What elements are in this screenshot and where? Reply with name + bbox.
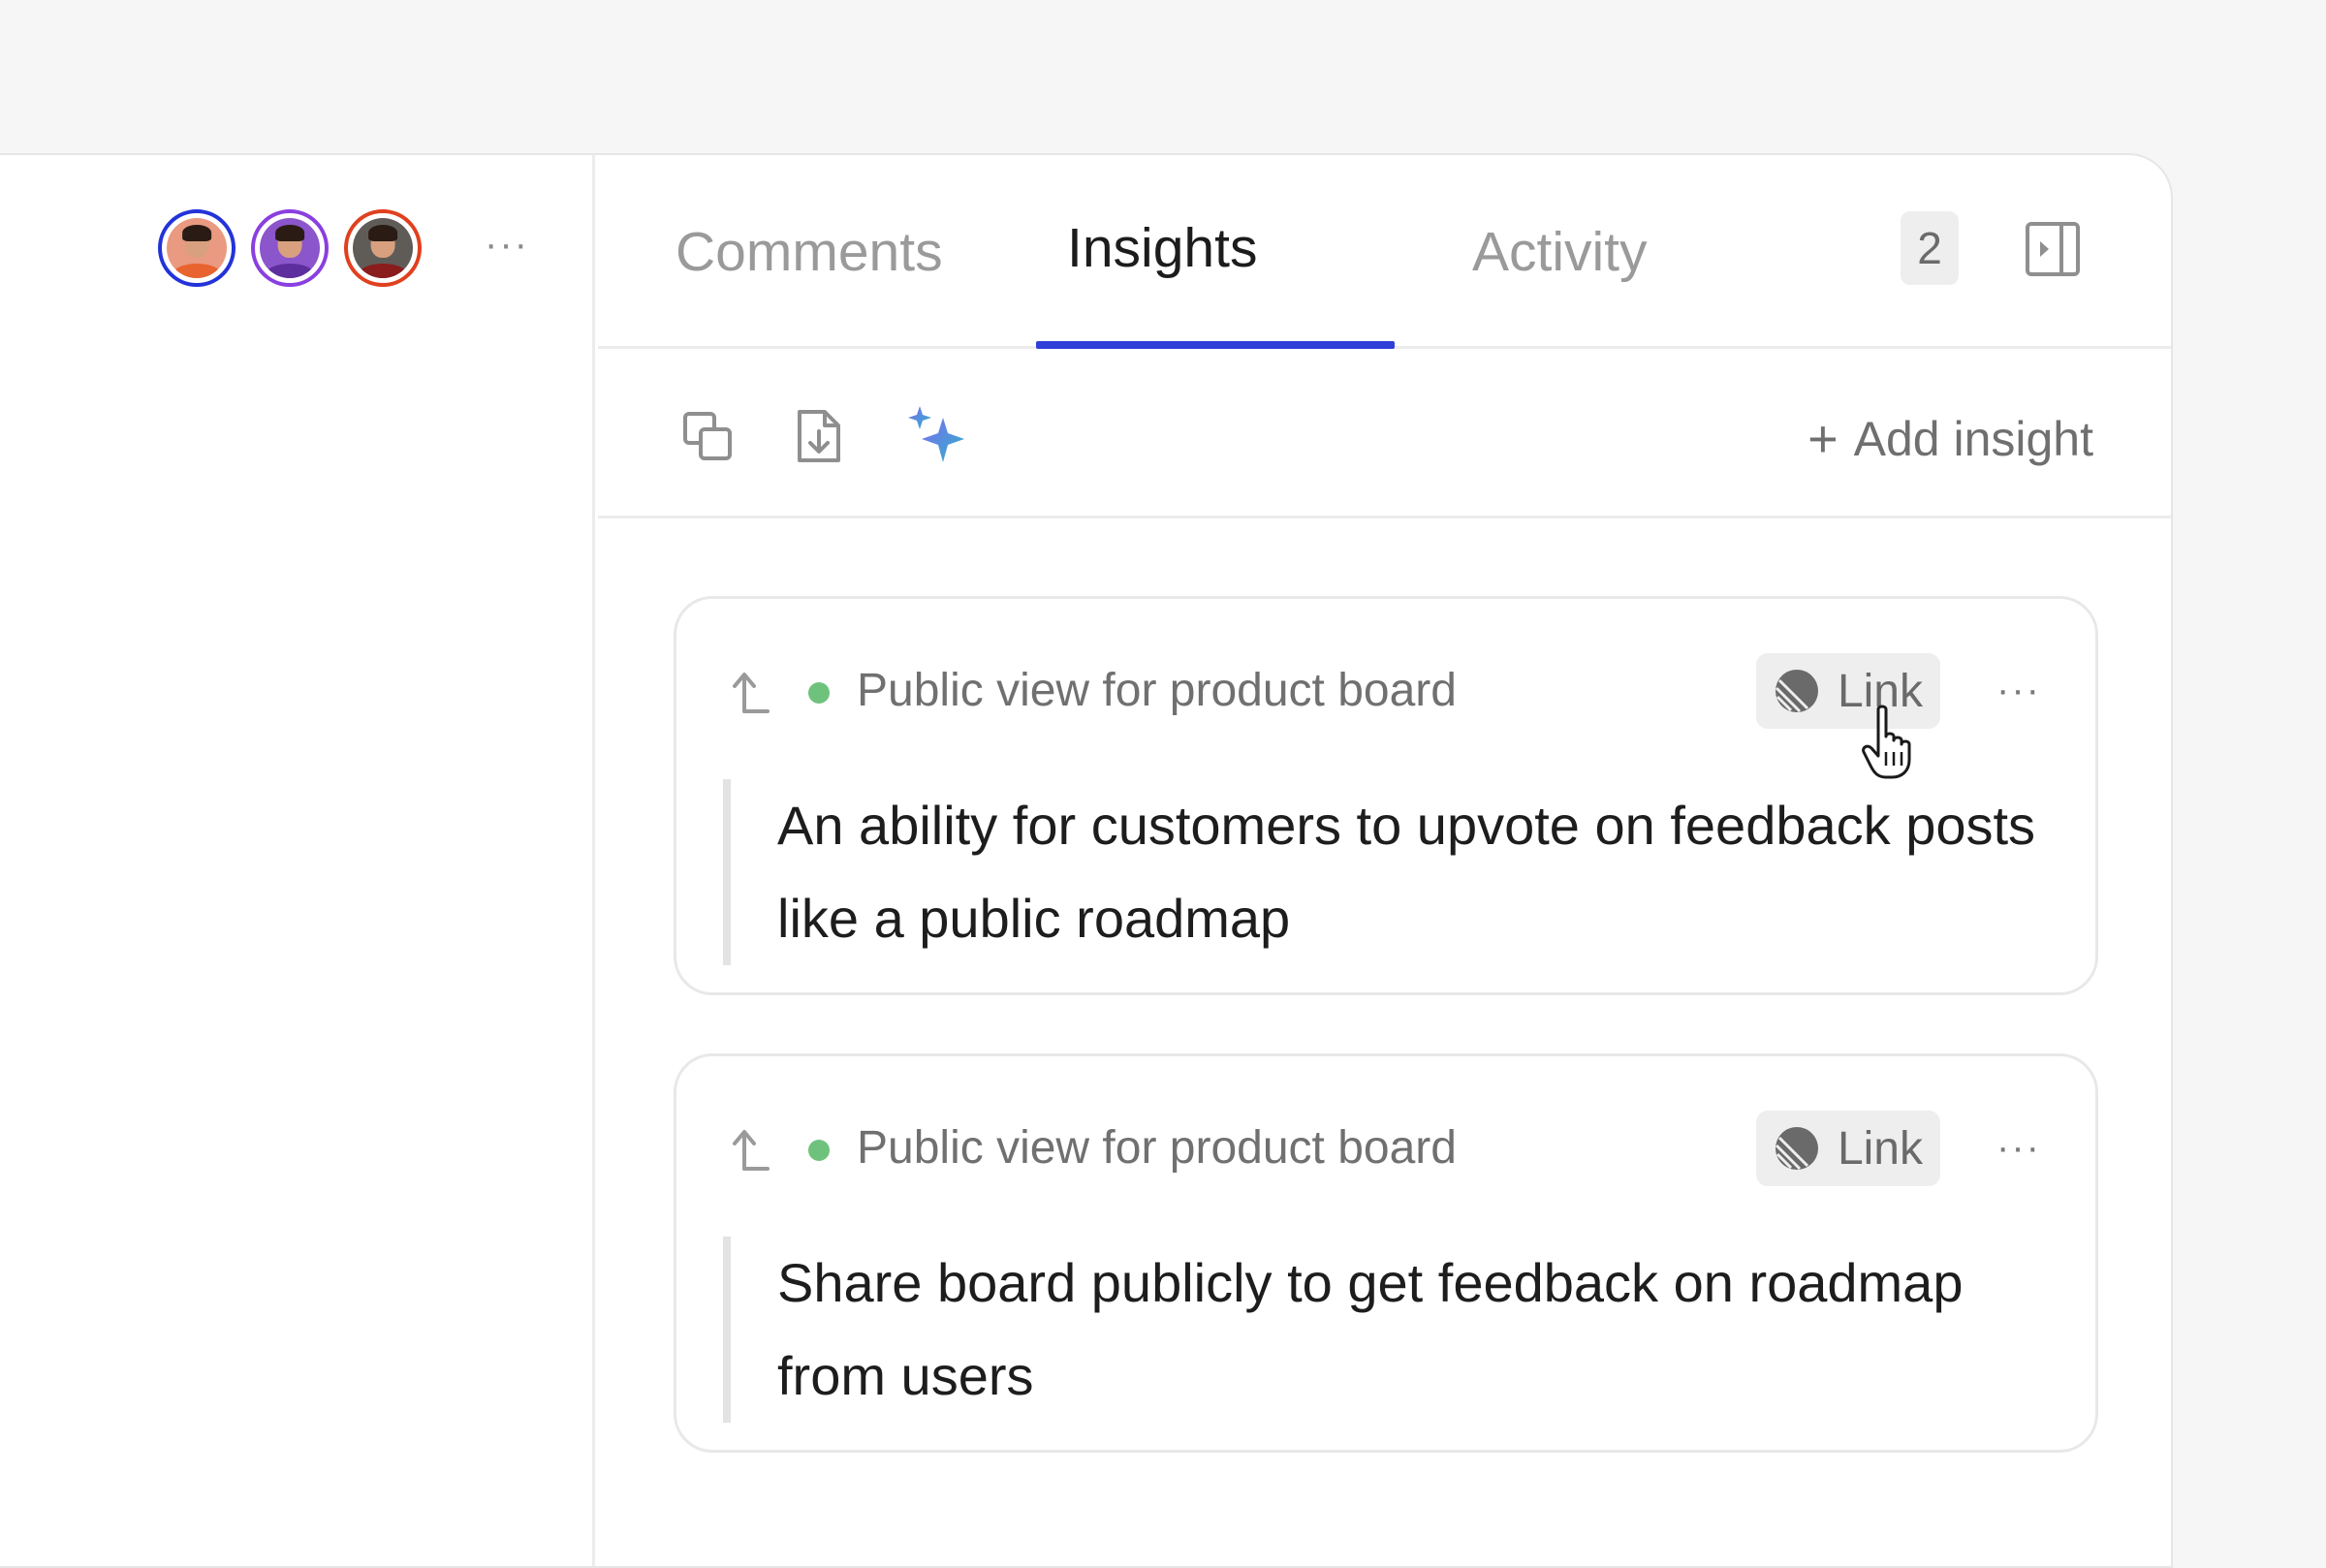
collaborator-avatars: [158, 209, 422, 287]
more-options-icon[interactable]: ···: [485, 225, 529, 264]
tab-insights[interactable]: Insights: [1067, 209, 1257, 287]
tab-bar: Comments Insights 2 Activity: [598, 155, 2171, 349]
import-icon[interactable]: [792, 408, 846, 466]
link-button[interactable]: Link: [1755, 1111, 1940, 1186]
tab-activity[interactable]: Activity: [1472, 213, 1648, 291]
insight-card-header: Public view for product board Link ···: [731, 653, 2041, 731]
status-dot: [808, 682, 830, 704]
insight-source[interactable]: Public view for product board: [857, 659, 1457, 723]
insight-card[interactable]: Public view for product board Link ··· A…: [674, 596, 2098, 995]
insight-card-header: Public view for product board Link ···: [731, 1111, 2041, 1188]
link-label: Link: [1837, 1122, 1923, 1175]
linear-logo-icon: [1775, 1127, 1818, 1171]
insights-panel: Comments Insights 2 Activity + Add insig…: [598, 155, 2171, 1566]
avatar[interactable]: [251, 209, 329, 287]
add-insight-label: Add insight: [1853, 412, 2093, 466]
more-options-icon[interactable]: ···: [1996, 1128, 2041, 1167]
insights-toolbar: + Add insight: [598, 352, 2171, 518]
panel-toggle-icon[interactable]: [2025, 221, 2081, 277]
active-tab-indicator: [1036, 341, 1395, 349]
insight-text: Share board publicly to get feedback on …: [723, 1237, 2041, 1423]
insight-card[interactable]: Public view for product board Link ··· S…: [674, 1053, 2098, 1453]
hand-cursor-icon: [1862, 705, 1911, 779]
app-window: ··· Comments Insights 2 Activity + Add i…: [0, 153, 2173, 1568]
insights-count-badge: 2: [1901, 211, 1959, 285]
insight-source[interactable]: Public view for product board: [857, 1116, 1457, 1180]
avatar[interactable]: [344, 209, 422, 287]
reply-icon: [733, 673, 770, 713]
insight-text: An ability for customers to upvote on fe…: [723, 779, 2041, 965]
left-pane: ···: [0, 155, 595, 1566]
tab-comments[interactable]: Comments: [676, 213, 943, 291]
reply-icon: [733, 1130, 770, 1171]
ai-sparkle-icon[interactable]: [906, 404, 968, 466]
linear-logo-icon: [1775, 670, 1818, 713]
status-dot: [808, 1140, 830, 1161]
plus-icon: +: [1807, 410, 1839, 468]
add-insight-button[interactable]: + Add insight: [1807, 408, 2093, 470]
more-options-icon[interactable]: ···: [1996, 671, 2041, 709]
avatar[interactable]: [158, 209, 236, 287]
copy-icon[interactable]: [681, 408, 736, 466]
